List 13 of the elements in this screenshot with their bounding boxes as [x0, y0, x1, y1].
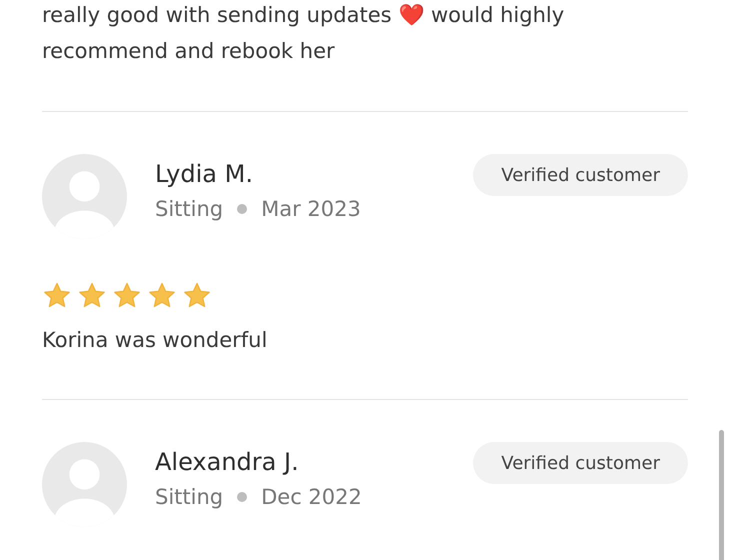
scrollbar[interactable] [719, 430, 724, 560]
service-type: Sitting [155, 484, 224, 511]
reviewer-name: Alexandra J. [155, 447, 300, 478]
review-date: Dec 2022 [261, 484, 362, 511]
service-type: Sitting [155, 196, 224, 223]
review-text: really good with sending updates ❤ would highly recommend and rebook her [42, 2, 566, 65]
reviewer-name: Lydia M. [155, 159, 254, 190]
verified-badge: Verified customer [473, 442, 688, 484]
separator-dot [237, 492, 248, 502]
separator-dot [237, 204, 248, 214]
verified-badge: Verified customer [473, 154, 688, 196]
review-date: Mar 2023 [261, 196, 361, 223]
review-text: Korina was wonderful [42, 327, 268, 354]
